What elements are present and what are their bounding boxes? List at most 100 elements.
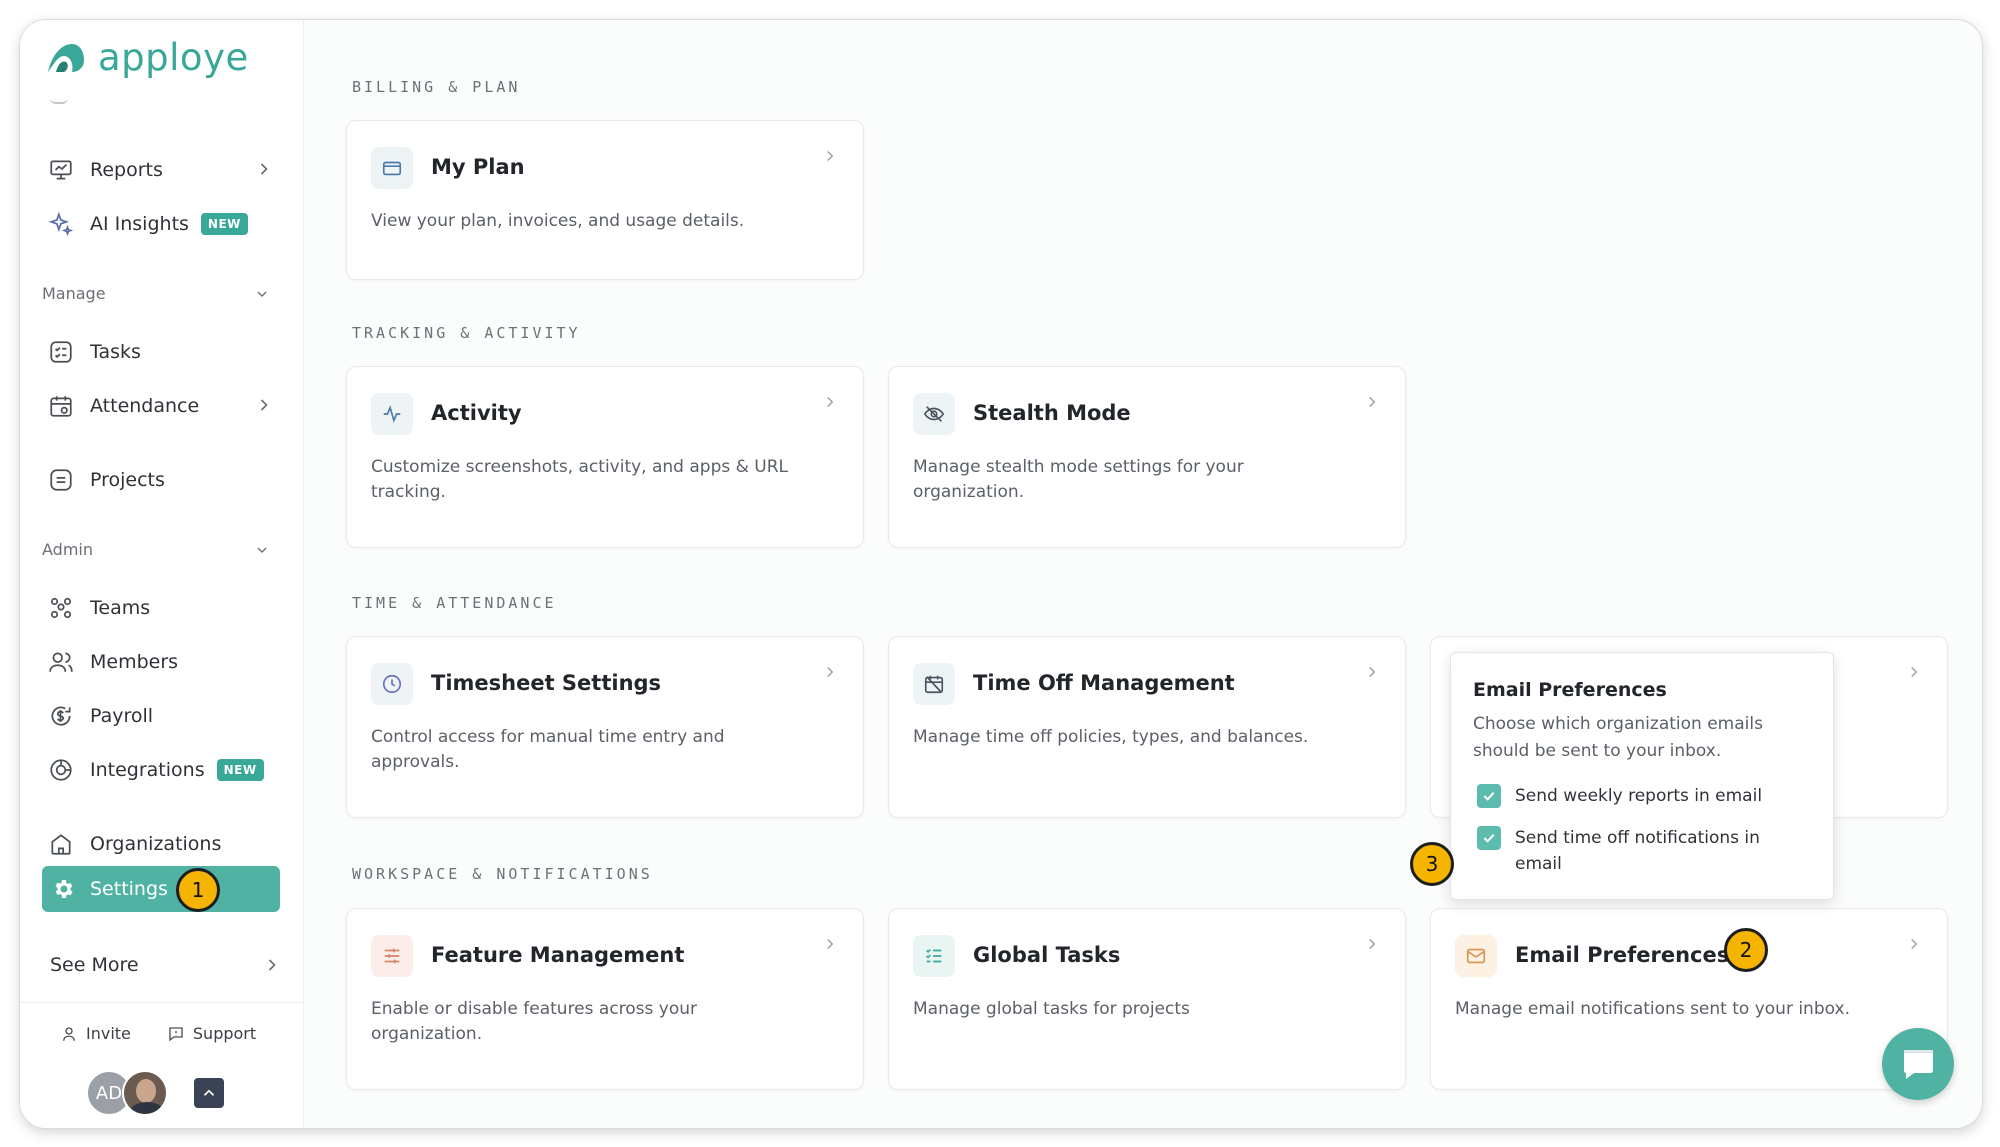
- card-global-tasks[interactable]: Global Tasks Manage global tasks for pro…: [888, 908, 1406, 1090]
- chevron-down-icon: [257, 547, 267, 553]
- document-icon: [50, 469, 72, 491]
- step-marker-3: 3: [1410, 842, 1454, 886]
- card-description: Enable or disable features across your o…: [371, 999, 698, 1044]
- calendar-icon: [50, 396, 72, 417]
- section-manage[interactable]: Manage: [42, 284, 282, 303]
- card-icon-box: [371, 935, 413, 977]
- sidebar-item-members[interactable]: Members: [42, 640, 282, 684]
- sidebar-item-integrations[interactable]: Integrations NEW: [42, 748, 282, 792]
- card-icon-box: [1455, 935, 1497, 977]
- new-badge: NEW: [200, 213, 248, 235]
- scroll-hint: [50, 98, 68, 104]
- sidebar-item-tasks[interactable]: Tasks: [42, 330, 282, 374]
- expand-profile-button[interactable]: [194, 1078, 224, 1108]
- group-label-tracking: TRACKING & ACTIVITY: [352, 324, 581, 342]
- chevron-right-icon: [1369, 666, 1376, 678]
- sidebar-item-payroll[interactable]: Payroll: [42, 694, 282, 738]
- user-icon: [63, 1026, 75, 1041]
- support-label: Support: [192, 1024, 257, 1043]
- section-label: Admin: [42, 540, 93, 559]
- chevron-right-icon: [827, 666, 834, 678]
- card-stealth-mode[interactable]: Stealth Mode Manage stealth mode setting…: [888, 366, 1406, 548]
- home-icon: [51, 834, 71, 855]
- sidebar-divider: [20, 1002, 304, 1003]
- group-label-workspace: WORKSPACE & NOTIFICATIONS: [352, 865, 653, 883]
- popover-title: Email Preferences: [1473, 679, 1667, 701]
- step-marker-1: 1: [176, 868, 220, 912]
- chevron-right-icon: [260, 163, 268, 175]
- see-more-label: See More: [50, 954, 139, 976]
- section-label: Manage: [42, 284, 106, 303]
- checkmark-icon: [1483, 833, 1495, 843]
- card-email-preferences[interactable]: Email Preferences Manage email notificat…: [1430, 908, 1948, 1090]
- card-title: Email Preferences: [1515, 943, 1730, 967]
- chevron-right-icon: [827, 150, 834, 162]
- brand-logo[interactable]: apploye: [44, 36, 249, 79]
- sidebar-item-label: Members: [90, 651, 179, 673]
- section-admin[interactable]: Admin: [42, 540, 282, 559]
- presentation-chart-icon: [50, 160, 72, 180]
- sidebar-item-ai-insights[interactable]: AI Insights NEW: [42, 202, 282, 246]
- sidebar-item-settings[interactable]: Settings: [42, 866, 280, 912]
- sidebar-item-projects[interactable]: Projects: [42, 458, 282, 502]
- option-time-off-notifications[interactable]: Send time off notifications in email: [1477, 825, 1807, 877]
- card-title: Timesheet Settings: [431, 671, 662, 695]
- sidebar-item-reports[interactable]: Reports: [42, 148, 282, 192]
- card-description: View your plan, invoices, and usage deta…: [371, 211, 745, 231]
- chevron-down-icon: [257, 291, 267, 297]
- user-profile[interactable]: AD: [86, 1070, 224, 1116]
- see-more-button[interactable]: See More: [50, 954, 282, 976]
- option-weekly-reports[interactable]: Send weekly reports in email: [1477, 783, 1807, 809]
- sidebar-item-teams[interactable]: Teams: [42, 586, 282, 630]
- card-description: Manage stealth mode settings for your or…: [913, 457, 1244, 502]
- option-label: Send time off notifications in email: [1515, 828, 1760, 874]
- card-icon-box: [913, 393, 955, 435]
- weekly-reports-checkbox[interactable]: [1477, 784, 1501, 808]
- time-off-notifications-checkbox[interactable]: [1477, 826, 1501, 850]
- support-link[interactable]: Support: [167, 1024, 256, 1043]
- chevron-right-icon: [827, 938, 834, 950]
- app-window: apploye Reports AI Insights NEW Manage T…: [20, 20, 1982, 1128]
- new-badge: NEW: [216, 759, 264, 781]
- card-title: Stealth Mode: [973, 401, 1131, 425]
- gear-icon: [55, 880, 73, 898]
- card-icon-box: [913, 935, 955, 977]
- card-feature-management[interactable]: Feature Management Enable or disable fea…: [346, 908, 864, 1090]
- card-icon-box: [913, 663, 955, 705]
- sidebar-item-label: Integrations: [90, 759, 205, 781]
- invite-link[interactable]: Invite: [60, 1024, 131, 1043]
- card-title: Global Tasks: [973, 943, 1121, 967]
- card-my-plan[interactable]: My Plan View your plan, invoices, and us…: [346, 120, 864, 280]
- sidebar-item-label: Settings: [90, 878, 168, 900]
- sidebar-item-label: Tasks: [90, 341, 141, 363]
- sidebar-item-label: Attendance: [90, 395, 200, 417]
- settings-main: BILLING & PLAN My Plan View your plan, i…: [304, 20, 1982, 1128]
- sidebar: apploye Reports AI Insights NEW Manage T…: [20, 20, 304, 1128]
- chevron-right-icon: [1369, 396, 1376, 408]
- brand-name: apploye: [98, 36, 249, 79]
- popover-description: Choose which organization emails should …: [1473, 714, 1763, 761]
- integrations-icon: [50, 759, 72, 781]
- card-timesheet-settings[interactable]: Timesheet Settings Control access for ma…: [346, 636, 864, 818]
- chat-support-button[interactable]: [1882, 1028, 1954, 1100]
- eye-off-icon: [923, 406, 945, 422]
- checkmark-icon: [1483, 791, 1495, 801]
- members-icon: [49, 652, 73, 672]
- card-activity[interactable]: Activity Customize screenshots, activity…: [346, 366, 864, 548]
- sidebar-item-label: Organizations: [90, 833, 222, 855]
- group-label-billing: BILLING & PLAN: [352, 78, 521, 96]
- avatar-photo[interactable]: [122, 1070, 168, 1116]
- chevron-right-icon: [1369, 938, 1376, 950]
- chevron-right-icon: [827, 396, 834, 408]
- task-list-icon: [926, 948, 942, 963]
- apploye-logo-icon: [48, 43, 84, 72]
- card-icon-box: [371, 147, 413, 189]
- card-icon-box: [371, 393, 413, 435]
- option-label: Send weekly reports in email: [1515, 786, 1763, 806]
- sidebar-item-organizations[interactable]: Organizations: [42, 822, 282, 866]
- sidebar-footer: Invite Support: [60, 1024, 256, 1043]
- sidebar-item-attendance[interactable]: Attendance: [42, 384, 282, 428]
- calendar-off-icon: [924, 675, 944, 694]
- sidebar-item-label: Payroll: [90, 705, 154, 727]
- card-time-off-management[interactable]: Time Off Management Manage time off poli…: [888, 636, 1406, 818]
